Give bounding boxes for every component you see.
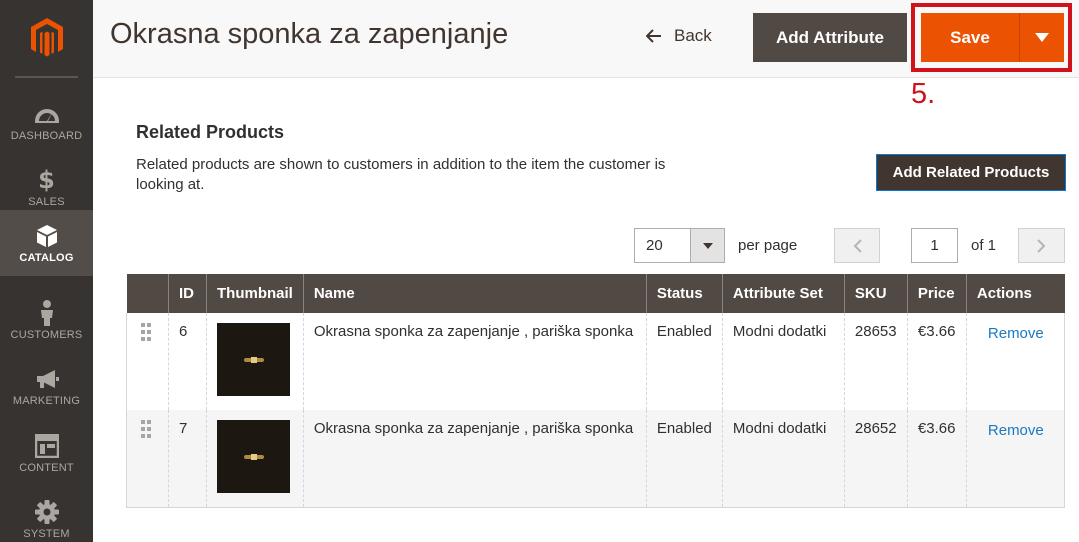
- page-number-input[interactable]: [911, 228, 958, 263]
- cell-actions: Remove: [965, 313, 1066, 410]
- cell-attribute-set: Modni dodatki: [721, 313, 845, 410]
- remove-link[interactable]: Remove: [988, 325, 1044, 342]
- sidebar-item-label: MARKETING: [12, 395, 81, 407]
- cell-thumbnail: [206, 313, 304, 410]
- sidebar-item-system[interactable]: SYSTEM: [0, 486, 93, 542]
- cell-thumbnail: [206, 410, 304, 508]
- drag-handle[interactable]: [126, 313, 169, 410]
- column-header-sku: SKU: [843, 274, 908, 313]
- per-page-select[interactable]: 20: [634, 228, 725, 263]
- back-button[interactable]: Back: [646, 26, 712, 46]
- cell-price: €3.66: [906, 313, 967, 410]
- dollar-icon: $: [38, 166, 55, 194]
- table-row: 6 Okrasna sponka za zapenjanje , pariška…: [126, 313, 1066, 410]
- sidebar-item-label: DASHBOARD: [10, 130, 83, 142]
- sidebar-item-label: SYSTEM: [23, 528, 70, 540]
- cell-actions: Remove: [965, 410, 1066, 508]
- product-thumbnail: [217, 420, 290, 493]
- drag-handle-icon: [141, 323, 151, 341]
- magento-logo[interactable]: [0, 0, 93, 76]
- sidebar-item-content[interactable]: CONTENT: [0, 420, 93, 486]
- cell-status: Enabled: [645, 410, 723, 508]
- hair-clip-image-icon: [243, 453, 264, 460]
- column-header-price: Price: [906, 274, 967, 313]
- column-header-actions: Actions: [965, 274, 1065, 313]
- column-header-drag: [126, 274, 169, 313]
- dashboard-icon: [34, 100, 60, 128]
- back-label: Back: [674, 26, 712, 45]
- page-header: Okrasna sponka za zapenjanje Back Add At…: [93, 0, 1079, 110]
- caret-down-icon: [702, 242, 713, 249]
- sidebar-item-dashboard[interactable]: DASHBOARD: [0, 88, 93, 154]
- drag-handle-icon: [141, 420, 151, 438]
- cell-price: €3.66: [906, 410, 967, 508]
- related-products-grid: ID Thumbnail Name Status Attribute Set S…: [126, 274, 1066, 508]
- cell-id: 7: [168, 410, 207, 508]
- person-icon: [39, 299, 55, 327]
- page-title: Okrasna sponka za zapenjanje: [110, 18, 509, 50]
- hair-clip-image-icon: [243, 356, 264, 363]
- column-header-name: Name: [302, 274, 647, 313]
- add-related-products-button[interactable]: Add Related Products: [876, 154, 1066, 191]
- previous-page-button[interactable]: [834, 228, 880, 263]
- logo-separator: [15, 76, 78, 78]
- drag-handle[interactable]: [126, 410, 169, 508]
- annotation-highlight-box: [911, 3, 1072, 72]
- column-header-thumbnail: Thumbnail: [206, 274, 304, 313]
- sidebar-item-label: CONTENT: [19, 462, 74, 474]
- section-description: Related products are shown to customers …: [136, 156, 666, 193]
- column-header-id: ID: [168, 274, 207, 313]
- sidebar-item-catalog[interactable]: CATALOG: [0, 210, 93, 276]
- cube-icon: [36, 222, 58, 250]
- sidebar-item-label: SALES: [28, 196, 65, 208]
- grid-header-row: ID Thumbnail Name Status Attribute Set S…: [126, 274, 1065, 313]
- product-thumbnail: [217, 323, 290, 396]
- cell-id: 6: [168, 313, 207, 410]
- chevron-right-icon: [1037, 238, 1046, 253]
- cell-sku: 28652: [843, 410, 908, 508]
- per-page-label: per page: [738, 237, 798, 254]
- add-attribute-button[interactable]: Add Attribute: [753, 13, 907, 62]
- cell-sku: 28653: [843, 313, 908, 410]
- admin-sidebar: DASHBOARD $ SALES CATALOG CUSTOMERS MARK…: [0, 0, 93, 542]
- column-header-attribute-set: Attribute Set: [721, 274, 845, 313]
- page-count-label: of 1: [971, 237, 997, 254]
- section-title: Related Products: [136, 122, 285, 142]
- remove-link[interactable]: Remove: [988, 422, 1044, 439]
- sidebar-item-label: CUSTOMERS: [10, 329, 83, 341]
- cell-name: Okrasna sponka za zapenjanje , pariška s…: [302, 313, 647, 410]
- cell-name: Okrasna sponka za zapenjanje , pariška s…: [302, 410, 647, 508]
- per-page-toggle[interactable]: [690, 229, 724, 262]
- megaphone-icon: [35, 365, 59, 393]
- layout-icon: [34, 432, 59, 460]
- per-page-value: 20: [646, 237, 663, 254]
- cell-status: Enabled: [645, 313, 723, 410]
- table-row: 7 Okrasna sponka za zapenjanje , pariška…: [126, 410, 1066, 508]
- arrow-left-icon: [646, 29, 661, 43]
- chevron-left-icon: [853, 238, 862, 253]
- sidebar-item-label: CATALOG: [19, 252, 74, 264]
- sidebar-item-marketing[interactable]: MARKETING: [0, 353, 93, 419]
- gear-icon: [34, 498, 60, 526]
- annotation-step-label: 5.: [911, 78, 936, 110]
- column-header-status: Status: [645, 274, 723, 313]
- next-page-button[interactable]: [1018, 228, 1065, 263]
- cell-attribute-set: Modni dodatki: [721, 410, 845, 508]
- sidebar-item-customers[interactable]: CUSTOMERS: [0, 287, 93, 353]
